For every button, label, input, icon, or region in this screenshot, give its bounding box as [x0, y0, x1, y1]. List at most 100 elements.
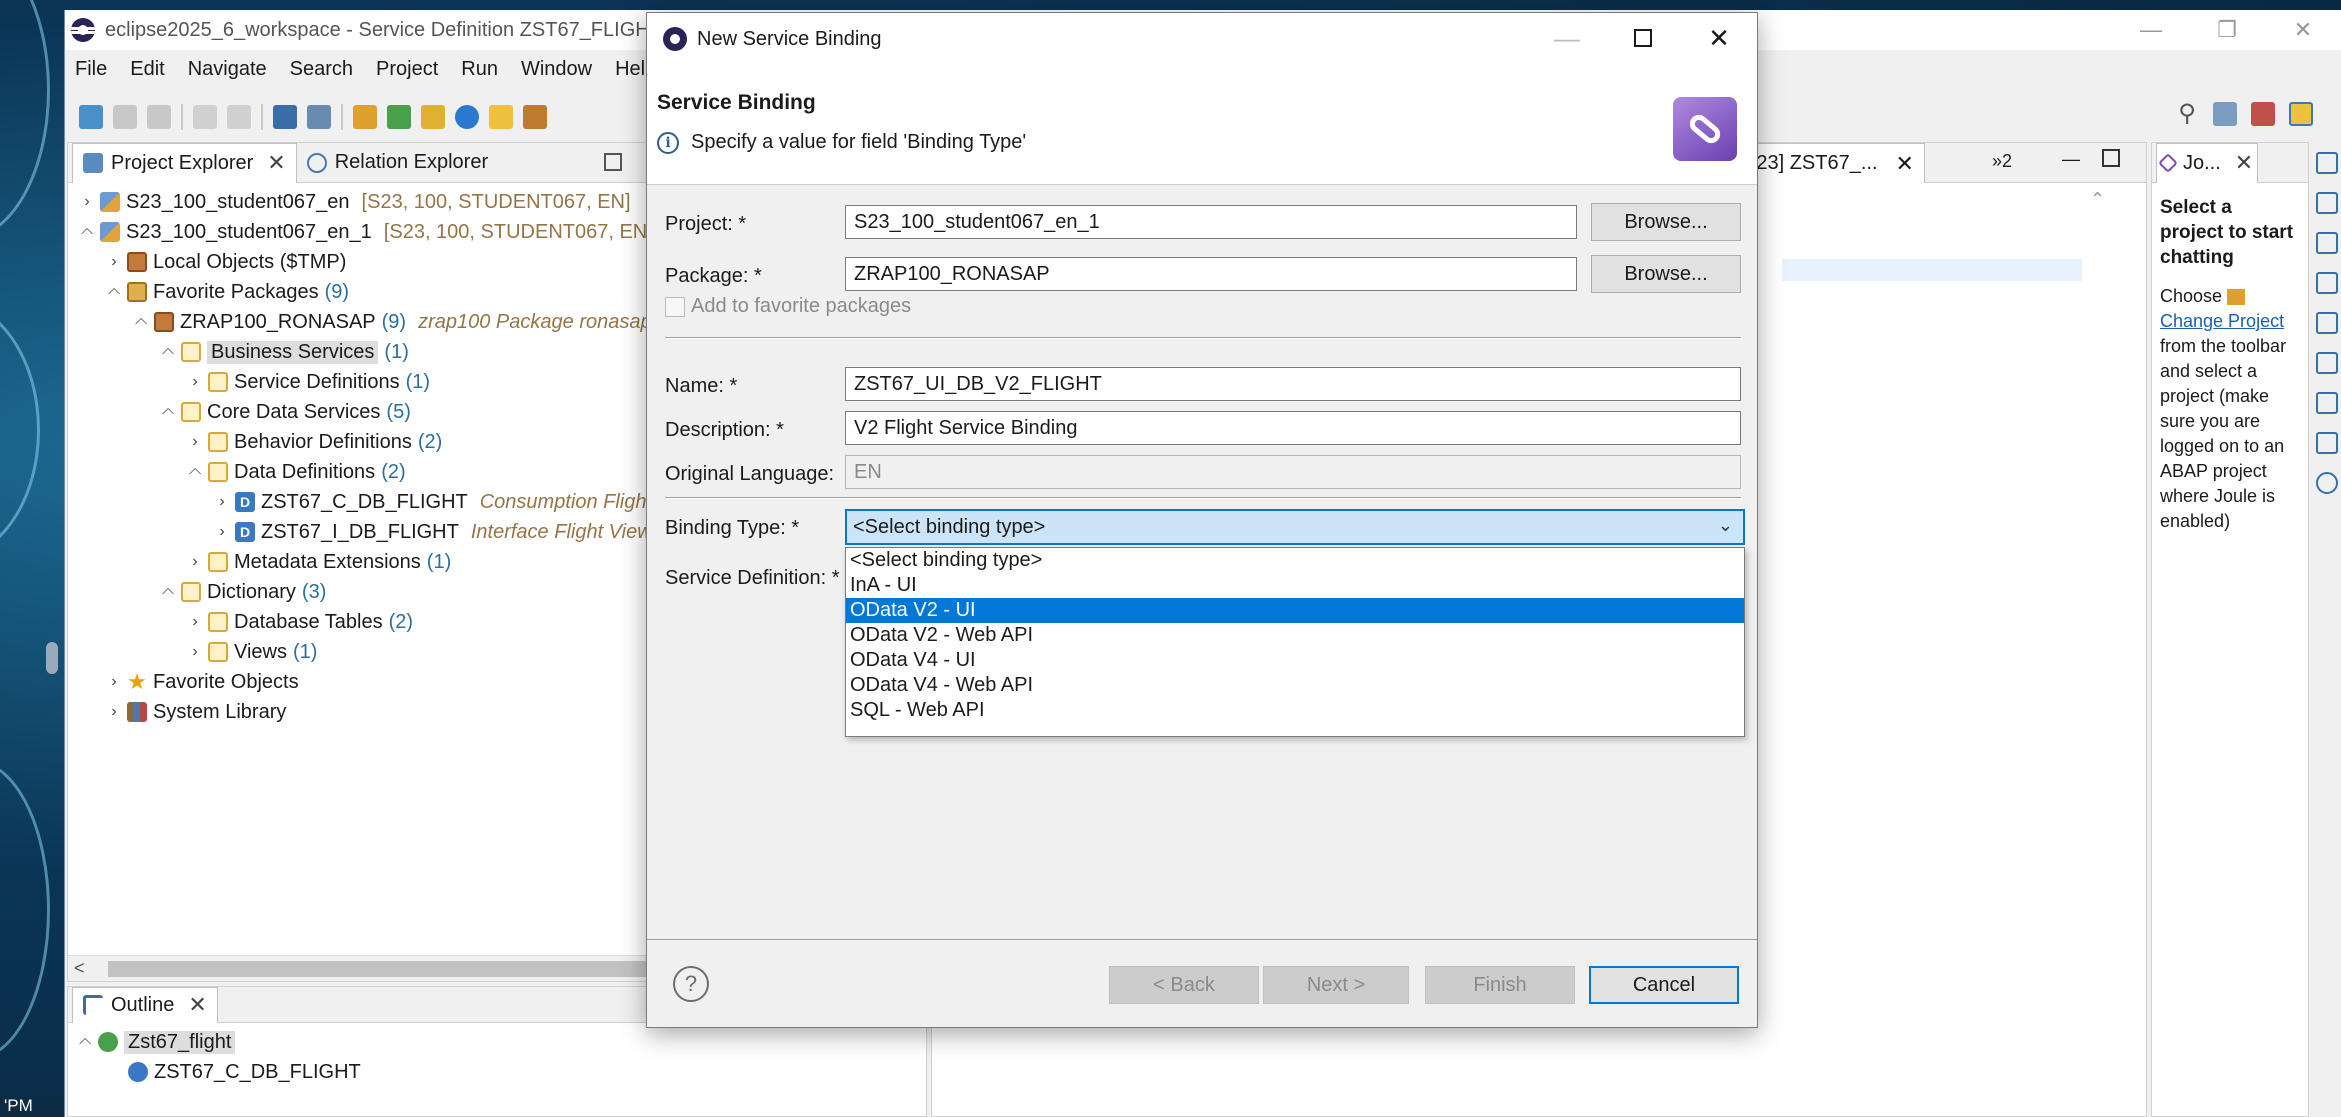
bookmarks-icon[interactable]	[2315, 312, 2338, 334]
project-field[interactable]: S23_100_student067_en_1	[845, 205, 1577, 239]
browse-project-button[interactable]: Browse...	[1591, 203, 1741, 241]
info-icon[interactable]	[2315, 472, 2338, 494]
collapse-toggle-icon[interactable]: ⌵	[157, 343, 179, 361]
expand-toggle-icon[interactable]: ›	[184, 613, 206, 631]
minimize-icon[interactable]: —	[1529, 13, 1605, 63]
expand-toggle-icon[interactable]: ›	[184, 433, 206, 451]
open-abap-icon[interactable]	[353, 105, 377, 129]
back-button[interactable]: < Back	[1109, 966, 1259, 1004]
description-field[interactable]: V2 Flight Service Binding	[845, 411, 1741, 445]
scroll-left-icon[interactable]: <	[74, 958, 85, 979]
more-tabs-indicator[interactable]: »2	[1992, 151, 2012, 172]
expand-toggle-icon[interactable]: ›	[211, 523, 233, 541]
collapse-toggle-icon[interactable]: ⌵	[157, 583, 179, 601]
restore-icon[interactable]: ❐	[2189, 10, 2265, 50]
collapse-toggle-icon[interactable]: ⌵	[130, 313, 152, 331]
expand-toggle-icon[interactable]: ›	[211, 493, 233, 511]
binding-type-option[interactable]: InA - UI	[846, 573, 1744, 598]
activate-icon[interactable]	[489, 105, 513, 129]
expand-toggle-icon[interactable]: ›	[103, 703, 125, 721]
help-icon[interactable]: ?	[673, 966, 709, 1002]
save-all-icon[interactable]	[147, 105, 171, 129]
collapse-all-icon[interactable]	[604, 153, 622, 171]
collapse-toggle-icon[interactable]: ⌵	[184, 463, 206, 481]
binding-type-option[interactable]: OData V4 - UI	[846, 648, 1744, 673]
binding-type-option[interactable]: SQL - Web API	[846, 698, 1744, 723]
menu-edit[interactable]: Edit	[130, 58, 164, 81]
add-to-favorites-checkbox[interactable]	[665, 297, 685, 317]
collapse-toggle-icon[interactable]: ⌵	[157, 403, 179, 421]
package-field[interactable]: ZRAP100_RONASAP	[845, 257, 1577, 291]
collapse-toggle-icon[interactable]: ⌵	[103, 283, 125, 301]
close-icon[interactable]: ✕	[188, 992, 206, 1018]
feed-reader-icon[interactable]	[2315, 192, 2338, 214]
close-icon[interactable]: ✕	[2235, 150, 2253, 176]
tab-joule[interactable]: Jo... ✕	[2156, 142, 2259, 183]
open-dev-object-icon[interactable]	[421, 105, 445, 129]
search-icon[interactable]: ⚲	[2175, 102, 2199, 126]
menu-project[interactable]: Project	[376, 58, 438, 81]
minimize-icon[interactable]: —	[2113, 10, 2189, 50]
close-window-icon[interactable]: ✕	[2265, 10, 2341, 50]
tab-outline[interactable]: Outline ✕	[72, 986, 218, 1023]
console-icon[interactable]	[273, 105, 297, 129]
check-icon[interactable]	[455, 105, 479, 129]
save-icon[interactable]	[113, 105, 137, 129]
expand-toggle-icon[interactable]: ›	[184, 643, 206, 661]
menu-run[interactable]: Run	[461, 58, 498, 81]
binding-type-select[interactable]: <Select binding type> ⌄	[845, 509, 1745, 545]
finish-button[interactable]: Finish	[1425, 966, 1575, 1004]
expand-toggle-icon[interactable]: ›	[103, 253, 125, 271]
restore-icon[interactable]	[2315, 152, 2338, 174]
close-icon[interactable]: ✕	[1896, 151, 1914, 177]
maximize-view-icon[interactable]	[2102, 149, 2120, 167]
close-icon[interactable]: ✕	[1681, 13, 1757, 63]
menu-file[interactable]: File	[75, 58, 107, 81]
close-icon[interactable]: ✕	[267, 150, 285, 176]
redo-icon[interactable]	[227, 105, 251, 129]
tab-relation-explorer[interactable]: Relation Explorer	[297, 143, 498, 183]
maximize-icon[interactable]	[1605, 13, 1681, 63]
outline-item[interactable]: ⌵ Zst67_flight	[68, 1027, 926, 1057]
expand-toggle-icon[interactable]: ›	[103, 673, 125, 691]
new-icon[interactable]	[79, 105, 103, 129]
binding-type-option[interactable]: <Select binding type>	[846, 548, 1744, 573]
rss-icon[interactable]	[2315, 352, 2338, 374]
editor-scrollbar[interactable]: ⌃	[2082, 185, 2112, 1115]
binding-type-option[interactable]: OData V2 - Web API	[846, 623, 1744, 648]
binding-type-option[interactable]: OData V2 - UI	[846, 598, 1744, 623]
joule-perspective-icon[interactable]	[2289, 102, 2313, 126]
run-icon[interactable]	[387, 105, 411, 129]
console-icon[interactable]	[2315, 432, 2338, 454]
name-field[interactable]: ZST67_UI_DB_V2_FLIGHT	[845, 367, 1741, 401]
abap-perspective-icon[interactable]	[2251, 102, 2275, 126]
scroll-thumb[interactable]	[108, 961, 708, 977]
browse-package-button[interactable]: Browse...	[1591, 255, 1741, 293]
open-perspective-icon[interactable]	[2213, 102, 2237, 126]
binding-type-option[interactable]: OData V4 - Web API	[846, 673, 1744, 698]
expand-toggle-icon[interactable]: ›	[184, 373, 206, 391]
change-project-link[interactable]: Change Project	[2160, 311, 2284, 331]
transport-icon[interactable]	[523, 105, 547, 129]
expand-toggle-icon[interactable]: ›	[184, 553, 206, 571]
transport-organizer-icon[interactable]	[2315, 392, 2338, 414]
undo-icon[interactable]	[193, 105, 217, 129]
next-button[interactable]: Next >	[1263, 966, 1409, 1004]
expand-toggle-icon[interactable]: ›	[76, 193, 98, 211]
menu-window[interactable]: Window	[521, 58, 592, 81]
chevron-down-icon[interactable]: ⌄	[1718, 515, 1733, 536]
cancel-button[interactable]: Cancel	[1589, 966, 1739, 1004]
collapse-toggle-icon[interactable]: ⌵	[76, 223, 98, 241]
properties-icon[interactable]	[2315, 232, 2338, 254]
editor-tab[interactable]: S23] ZST67_... ✕	[1732, 143, 1925, 183]
tab-project-explorer[interactable]: Project Explorer ✕	[72, 142, 297, 183]
collapse-toggle-icon[interactable]: ⌵	[74, 1033, 96, 1051]
menu-search[interactable]: Search	[290, 58, 353, 81]
minimize-view-icon[interactable]: —	[2062, 149, 2080, 170]
outline-item[interactable]: ZST67_C_DB_FLIGHT	[68, 1057, 926, 1087]
menu-navigate[interactable]: Navigate	[188, 58, 267, 81]
templates-icon[interactable]	[2315, 272, 2338, 294]
search-object-icon[interactable]	[307, 105, 331, 129]
scroll-up-icon[interactable]: ⌃	[2090, 189, 2105, 210]
desktop-scroll-thumb[interactable]	[46, 642, 58, 674]
